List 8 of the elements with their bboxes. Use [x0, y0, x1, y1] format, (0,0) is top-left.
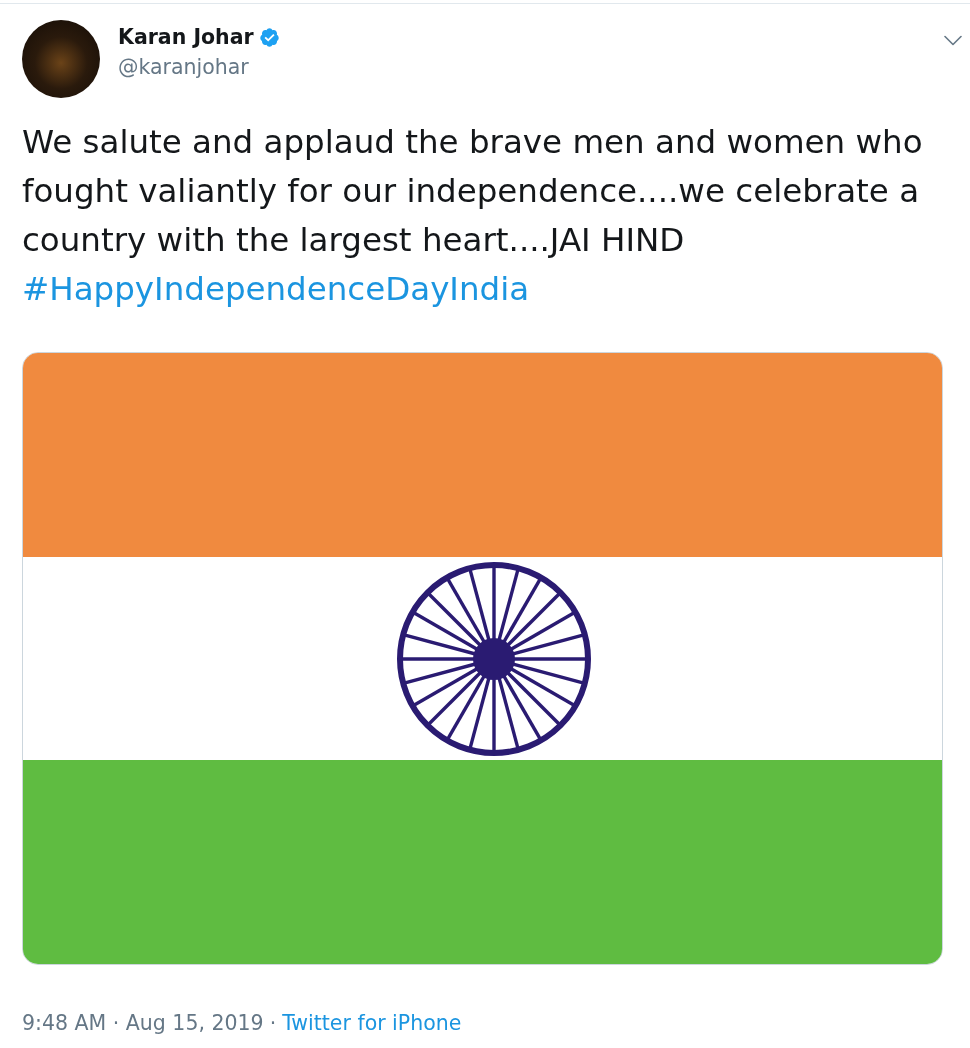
chevron-down-icon[interactable]: [944, 35, 962, 46]
hashtag-link[interactable]: #HappyIndependenceDayIndia: [22, 270, 530, 308]
author-handle[interactable]: @karanjohar: [118, 52, 249, 82]
author-name[interactable]: Karan Johar: [118, 23, 254, 51]
separator: ·: [269, 1010, 277, 1037]
source-link[interactable]: Twitter for iPhone: [282, 1008, 462, 1038]
tweet-text: We salute and applaud the brave men and women who fought valiantly for our independence....we celebrate a country with the largest heart....JAI HIND #HappyIndependenceDayIndia: [22, 122, 924, 310]
timestamp-link[interactable]: 9:48 AM · Aug 15, 2019: [22, 1008, 264, 1038]
